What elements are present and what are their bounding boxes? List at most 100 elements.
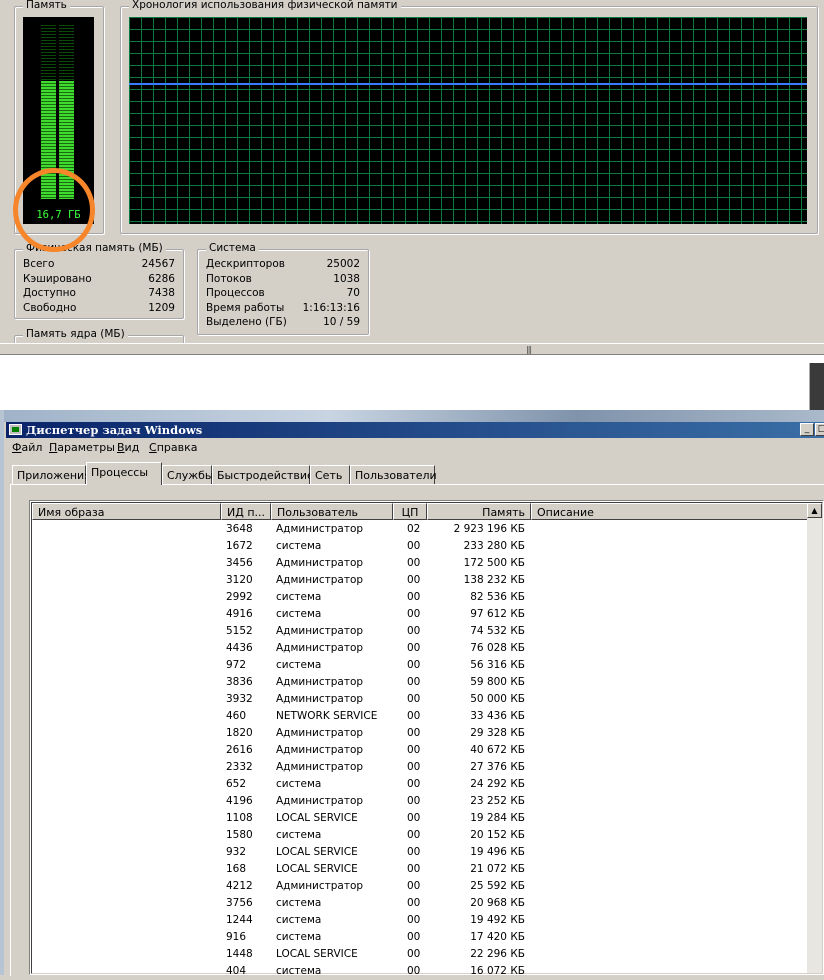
process-pid: 972	[226, 659, 247, 671]
process-pid: 3756	[226, 897, 253, 909]
memory-history-title: Хронология использования физической памя…	[129, 0, 401, 11]
title-bar[interactable]: Диспетчер задач Windows _ □	[6, 422, 824, 438]
process-cpu: 00	[407, 778, 421, 790]
process-memory: 138 232 КБ	[463, 574, 525, 586]
scroll-up-icon[interactable]: ▲	[807, 503, 822, 518]
process-cpu: 00	[407, 761, 421, 773]
process-cpu: 00	[407, 812, 421, 824]
stat-row: Свободно 1209	[23, 302, 175, 316]
table-row[interactable]: 916 система 00 17 420 КБ	[32, 929, 808, 946]
table-row[interactable]: 932 LOCAL SERVICE 00 19 496 КБ	[32, 844, 808, 861]
process-pid: 1244	[226, 914, 253, 926]
table-row[interactable]: 460 NETWORK SERVICE 00 33 436 КБ	[32, 708, 808, 725]
tab-processes[interactable]: Процессы	[86, 462, 162, 485]
table-row[interactable]: 3648 Администратор 02 2 923 196 КБ	[32, 521, 808, 538]
stat-row: Выделено (ГБ) 10 / 59	[206, 316, 360, 330]
table-row[interactable]: 2616 Администратор 00 40 672 КБ	[32, 742, 808, 759]
menu-file[interactable]: Файл	[12, 441, 42, 454]
process-cpu: 00	[407, 795, 421, 807]
table-row[interactable]: 3932 Администратор 00 50 000 КБ	[32, 691, 808, 708]
column-header-cpu[interactable]: ЦП	[393, 503, 427, 520]
process-memory: 172 500 КБ	[463, 557, 525, 569]
process-list[interactable]: Имя образа ИД п... Пользователь ЦП Памят…	[29, 500, 824, 977]
table-row[interactable]: 1820 Администратор 00 29 328 КБ	[32, 725, 808, 742]
desktop-background	[0, 355, 824, 410]
minimize-button[interactable]: _	[800, 423, 814, 436]
splitter-grip-icon[interactable]: |||	[526, 345, 532, 354]
process-pid: 4436	[226, 642, 253, 654]
table-row[interactable]: 1672 система 00 233 280 КБ	[32, 538, 808, 555]
process-user: LOCAL SERVICE	[276, 812, 358, 824]
table-row[interactable]: 3836 Администратор 00 59 800 КБ	[32, 674, 808, 691]
table-row[interactable]: 168 LOCAL SERVICE 00 21 072 КБ	[32, 861, 808, 878]
stat-label: Всего	[23, 258, 55, 270]
table-row[interactable]: 4196 Администратор 00 23 252 КБ	[32, 793, 808, 810]
tab-applications[interactable]: Приложения	[12, 465, 91, 484]
table-row[interactable]: 972 система 00 56 316 КБ	[32, 657, 808, 674]
process-pid: 932	[226, 846, 247, 858]
stat-value: 1038	[333, 273, 360, 285]
process-pid: 3120	[226, 574, 253, 586]
restore-button[interactable]: □	[815, 423, 824, 436]
table-row[interactable]: 3120 Администратор 00 138 232 КБ	[32, 572, 808, 589]
table-row[interactable]: 1580 система 00 20 152 КБ	[32, 827, 808, 844]
process-pid: 5152	[226, 625, 253, 637]
table-row[interactable]: 4212 Администратор 00 25 592 КБ	[32, 878, 808, 895]
process-user: система	[276, 608, 322, 620]
menu-options[interactable]: Параметры	[49, 441, 115, 454]
task-manager-icon	[9, 424, 22, 435]
tab-strip: Приложения Процессы Службы Быстродействи…	[12, 462, 824, 485]
column-header-pid[interactable]: ИД п...	[221, 503, 271, 520]
table-row[interactable]: 3756 система 00 20 968 КБ	[32, 895, 808, 912]
column-header-memory[interactable]: Память	[427, 503, 531, 520]
table-row[interactable]: 1108 LOCAL SERVICE 00 19 284 КБ	[32, 810, 808, 827]
physical-memory-group: Физическая память (МБ) Всего 24567 Кэшир…	[14, 242, 184, 319]
process-user: Администратор	[276, 880, 364, 892]
stat-row: Процессов 70	[206, 287, 360, 301]
stat-label: Потоков	[206, 273, 252, 285]
process-memory: 97 612 КБ	[470, 608, 525, 620]
process-memory: 74 532 КБ	[470, 625, 525, 637]
process-cpu: 00	[407, 744, 421, 756]
column-header-image-name[interactable]: Имя образа	[32, 503, 221, 520]
process-pid: 404	[226, 965, 247, 977]
process-user: Администратор	[276, 693, 364, 705]
table-row[interactable]: 2332 Администратор 00 27 376 КБ	[32, 759, 808, 776]
table-row[interactable]: 404 система 00 16 072 КБ	[32, 963, 808, 980]
stat-value: 24567	[141, 258, 175, 270]
process-memory: 17 420 КБ	[470, 931, 525, 943]
process-memory: 2 923 196 КБ	[453, 523, 525, 535]
process-cpu: 00	[407, 829, 421, 841]
table-row[interactable]: 1448 LOCAL SERVICE 00 22 296 КБ	[32, 946, 808, 963]
process-memory: 50 000 КБ	[470, 693, 525, 705]
table-row[interactable]: 652 система 00 24 292 КБ	[32, 776, 808, 793]
splitter[interactable]	[0, 343, 824, 355]
table-row[interactable]: 2992 система 00 82 536 КБ	[32, 589, 808, 606]
menu-help[interactable]: Справка	[149, 441, 197, 454]
process-memory: 23 252 КБ	[470, 795, 525, 807]
stat-value: 7438	[148, 287, 175, 299]
table-row[interactable]: 4916 система 00 97 612 КБ	[32, 606, 808, 623]
process-user: Администратор	[276, 795, 364, 807]
column-header-description[interactable]: Описание	[531, 503, 808, 520]
menu-view[interactable]: Вид	[117, 441, 139, 454]
process-user: система	[276, 914, 322, 926]
tab-services[interactable]: Службы	[162, 465, 214, 484]
process-cpu: 00	[407, 574, 421, 586]
process-user: Администратор	[276, 761, 364, 773]
system-group: Система Дескрипторов 25002 Потоков 1038 …	[197, 242, 369, 335]
vertical-scrollbar[interactable]: ▲	[807, 503, 822, 973]
table-row[interactable]: 5152 Администратор 00 74 532 КБ	[32, 623, 808, 640]
table-row[interactable]: 1244 система 00 19 492 КБ	[32, 912, 808, 929]
window-title: Диспетчер задач Windows	[26, 423, 203, 437]
table-row[interactable]: 3456 Администратор 00 172 500 КБ	[32, 555, 808, 572]
tab-users[interactable]: Пользователи	[350, 465, 437, 484]
table-row[interactable]: 4436 Администратор 00 76 028 КБ	[32, 640, 808, 657]
process-cpu: 00	[407, 880, 421, 892]
stat-label: Время работы	[206, 302, 285, 314]
column-header-user[interactable]: Пользователь	[271, 503, 393, 520]
tab-performance[interactable]: Быстродействие	[212, 465, 314, 484]
tab-network[interactable]: Сеть	[310, 465, 350, 484]
process-cpu: 00	[407, 710, 421, 722]
process-user: Администратор	[276, 642, 364, 654]
